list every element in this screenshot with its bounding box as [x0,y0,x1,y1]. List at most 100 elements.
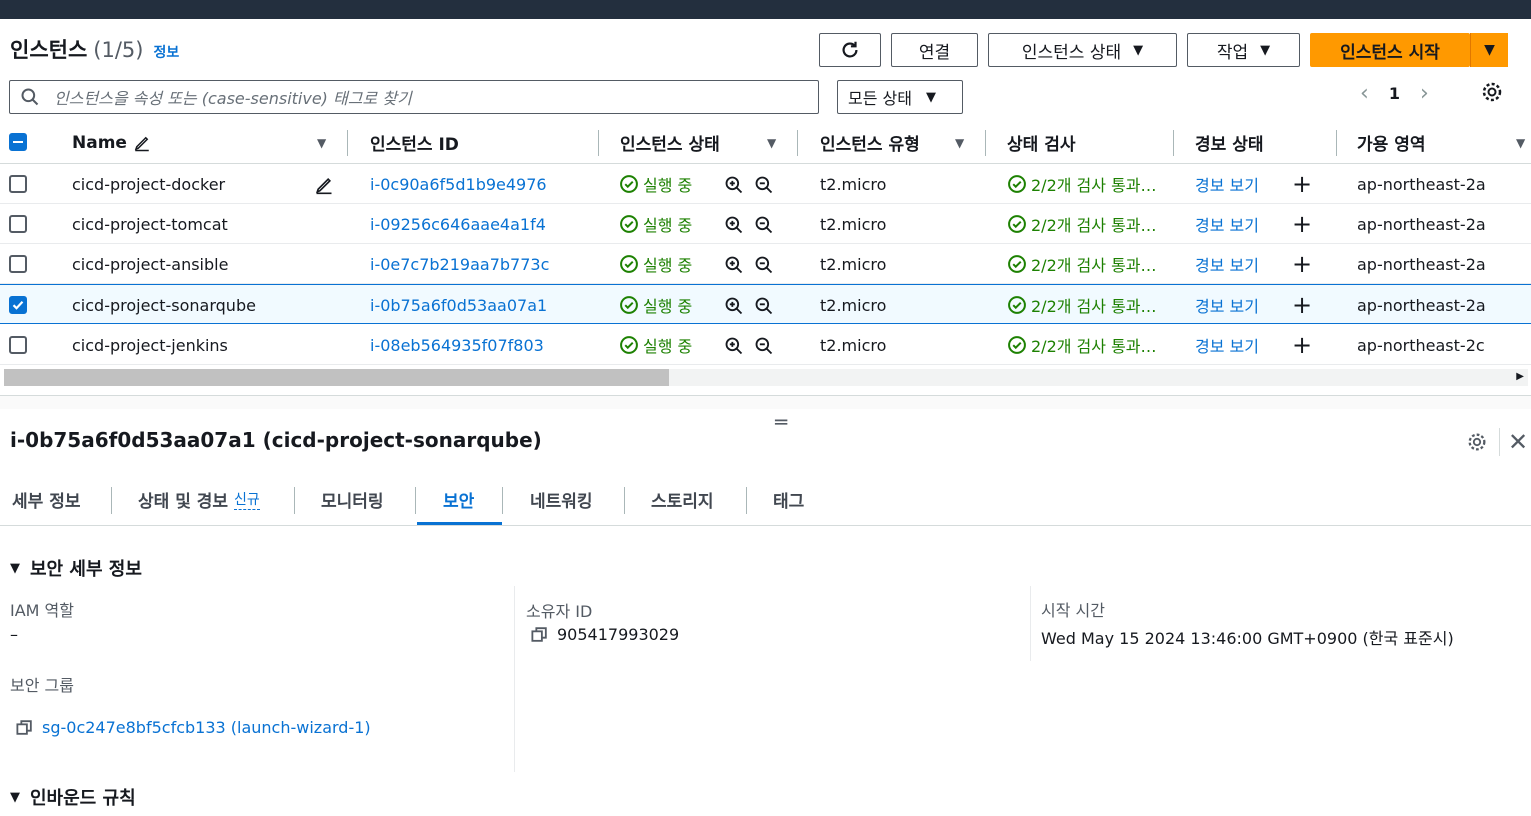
check-circle-icon [1008,215,1026,233]
inbound-rules-header[interactable]: ▼ 인바운드 규칙 [10,784,136,810]
security-details-header[interactable]: ▼ 보안 세부 정보 [10,555,142,581]
row-checkbox[interactable] [9,336,27,354]
instance-id-link[interactable]: i-0c90a6f5d1b9e4976 [370,164,547,204]
select-all-checkbox[interactable] [9,133,27,151]
add-alarm-icon[interactable]: + [1292,333,1312,357]
security-group-link[interactable]: sg-0c247e8bf5cfcb133 (launch-wizard-1) [42,718,371,737]
tab-details[interactable]: 세부 정보 [12,474,80,524]
column-header-status-check[interactable]: 상태 검사 [1007,121,1075,164]
tab-divider [415,487,416,514]
add-alarm-icon[interactable]: + [1292,212,1312,236]
instance-type: t2.micro [820,254,887,274]
sort-icon[interactable]: ▼ [317,136,326,150]
zoom-out-icon[interactable] [754,296,774,316]
launch-instances-split-button[interactable]: ▼ [1470,33,1508,67]
state-filter-select[interactable]: 모든 상태 ▼ [837,80,963,114]
scrollbar-thumb[interactable] [4,369,669,386]
view-alarms-link[interactable]: 경보 보기 [1195,285,1259,325]
tab-divider [746,487,747,514]
tab-storage[interactable]: 스토리지 [651,474,714,524]
close-icon[interactable]: ✕ [1508,428,1528,456]
view-alarms-link[interactable]: 경보 보기 [1195,204,1259,244]
add-alarm-icon[interactable]: + [1292,293,1312,317]
launch-instances-button[interactable]: 인스턴스 시작 [1310,33,1470,67]
zoom-in-icon[interactable] [724,255,744,275]
table-row[interactable]: cicd-project-sonarqube i-0b75a6f0d53aa07a… [0,284,1531,324]
add-alarm-icon[interactable]: + [1292,172,1312,196]
zoom-in-icon[interactable] [724,215,744,235]
tab-security[interactable]: 보안 [443,474,474,524]
tab-monitoring[interactable]: 모니터링 [321,474,384,524]
sort-icon[interactable]: ▼ [1516,136,1525,150]
instance-type: t2.micro [820,174,887,194]
column-header-availability-zone[interactable]: 가용 영역 [1357,121,1425,164]
instance-name: cicd-project-tomcat [72,214,228,234]
table-row[interactable]: cicd-project-tomcat i-09256c646aae4a1f4 실행… [0,204,1531,244]
zoom-out-icon[interactable] [754,336,774,356]
owner-id-value: 905417993029 [530,625,679,644]
instance-state-text: 실행 중 [643,216,693,235]
previous-page-icon[interactable]: ‹ [1360,81,1369,106]
drag-handle-icon[interactable]: ═ [775,410,787,434]
column-header-instance-type[interactable]: 인스턴스 유형 [820,121,920,164]
instance-id-link[interactable]: i-0e7c7b219aa7b773c [370,244,549,284]
column-header-name[interactable]: Name [72,121,151,164]
instance-id-link[interactable]: i-0b75a6f0d53aa07a1 [370,285,547,325]
view-alarms-link[interactable]: 경보 보기 [1195,244,1259,284]
status-check-text: 2/2개 검사 통과… [1031,297,1157,316]
copy-icon[interactable] [530,625,549,644]
zoom-in-icon[interactable] [724,175,744,195]
column-header-instance-state[interactable]: 인스턴스 상태 [620,121,720,164]
zoom-in-icon[interactable] [724,296,744,316]
availability-zone: ap-northeast-2a [1357,254,1486,274]
edit-icon[interactable] [314,175,334,195]
row-checkbox[interactable] [9,175,27,193]
column-header-instance-id[interactable]: 인스턴스 ID [370,121,459,164]
zoom-in-icon[interactable] [724,336,744,356]
add-alarm-icon[interactable]: + [1292,252,1312,276]
availability-zone: ap-northeast-2a [1357,174,1486,194]
tab-status-alarms[interactable]: 상태 및 경보 신규 [138,474,260,524]
connect-button[interactable]: 연결 [891,33,978,67]
status-check-text: 2/2개 검사 통과… [1031,256,1157,275]
row-checkbox[interactable] [9,215,27,233]
search-input[interactable]: 인스턴스을 속성 또는 (case-sensitive) 태그로 찾기 [9,80,819,114]
horizontal-scrollbar[interactable]: ▶ [4,369,1528,386]
pagination: ‹ 1 › [1360,80,1429,106]
view-alarms-link[interactable]: 경보 보기 [1195,325,1259,365]
current-page[interactable]: 1 [1389,84,1400,103]
sort-icon[interactable]: ▼ [955,136,964,150]
view-alarms-link[interactable]: 경보 보기 [1195,164,1259,204]
next-page-icon[interactable]: › [1420,81,1429,106]
check-circle-icon [1008,296,1026,314]
table-row[interactable]: cicd-project-docker i-0c90a6f5d1b9e4976 실행… [0,164,1531,204]
tab-tags[interactable]: 태그 [773,474,804,524]
table-row[interactable]: cicd-project-ansible i-0e7c7b219aa7b773c 실… [0,244,1531,284]
tab-networking[interactable]: 네트워킹 [530,474,593,524]
info-link[interactable]: 정보 [153,42,179,62]
refresh-button[interactable] [819,33,881,67]
actions-dropdown[interactable]: 작업 ▼ [1187,33,1300,67]
row-checkbox[interactable] [9,296,27,314]
owner-id-label: 소유자 ID [526,602,593,621]
sort-icon[interactable]: ▼ [767,136,776,150]
page-title: 인스턴스 [10,38,88,62]
table-row[interactable]: cicd-project-jenkins i-08eb564935f07f803 실… [0,325,1531,365]
column-header-alarm-status[interactable]: 경보 상태 [1195,121,1263,164]
zoom-out-icon[interactable] [754,175,774,195]
instance-id-link[interactable]: i-09256c646aae4a1f4 [370,204,546,244]
zoom-out-icon[interactable] [754,215,774,235]
instance-name: cicd-project-sonarqube [72,295,256,315]
zoom-out-icon[interactable] [754,255,774,275]
detail-settings-button[interactable] [1466,431,1488,453]
search-icon [21,88,39,106]
scroll-right-icon[interactable]: ▶ [1516,371,1524,382]
table-settings-button[interactable] [1480,80,1504,104]
availability-zone: ap-northeast-2c [1357,335,1485,355]
instance-state-dropdown[interactable]: 인스턴스 상태 ▼ [988,33,1177,67]
launch-instances-label: 인스턴스 시작 [1340,42,1440,63]
copy-icon[interactable] [15,718,34,737]
table-header: Name ▼ 인스턴스 ID 인스턴스 상태 ▼ 인스턴스 유형 ▼ 상태 검사… [0,121,1531,164]
row-checkbox[interactable] [9,255,27,273]
instance-id-link[interactable]: i-08eb564935f07f803 [370,325,544,365]
